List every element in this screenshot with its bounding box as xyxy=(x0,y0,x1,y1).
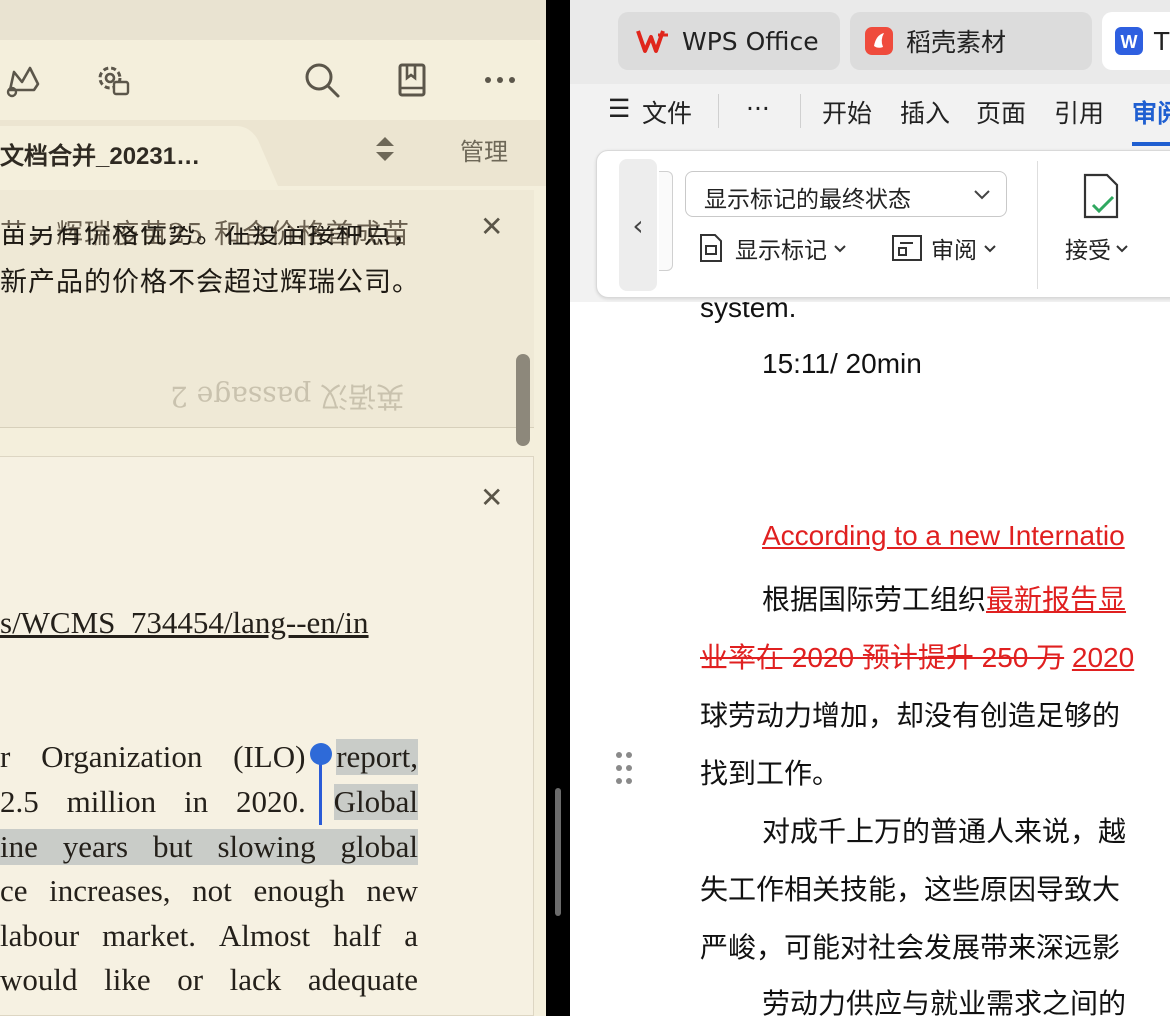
document-body[interactable]: system. 15:11/ 20min According to a new … xyxy=(570,302,1170,1016)
doc-line-cn-8: 劳动力供应与就业需求之间的 xyxy=(762,988,1127,1016)
show-markup-button[interactable]: 显示标记 xyxy=(697,231,847,265)
settings-gear-icon[interactable] xyxy=(90,58,134,102)
review-pane-button[interactable]: 审阅 xyxy=(891,231,997,265)
crown-icon[interactable] xyxy=(2,58,46,102)
show-markup-icon xyxy=(697,232,727,264)
menu-hamburger-icon[interactable]: ☰ xyxy=(608,94,630,123)
close-icon[interactable]: ✕ xyxy=(480,481,503,514)
review-pane-icon xyxy=(891,233,923,263)
wps-menu-bar: ☰ 文件 ··· 开始 插入 页面 引用 审阅 xyxy=(570,84,1170,146)
reader-tab-active[interactable]: 文档合并_20231… xyxy=(0,120,280,186)
doc-line-cn-6: 失工作相关技能，这些原因导致大 xyxy=(700,874,1121,905)
docer-logo-icon xyxy=(864,26,894,56)
menu-more[interactable]: ··· xyxy=(746,94,770,123)
reader-tab-title: 文档合并_20231… xyxy=(0,143,201,170)
scanned-page-excerpt: 苗，辉瑞疫苗25 和合价格首成苗 苗另有价格优势。在疫苗接种点， 新产品的价格不… xyxy=(0,190,534,428)
selection-cursor[interactable] xyxy=(319,757,322,825)
chevron-down-icon xyxy=(1115,241,1129,255)
wps-logo-icon xyxy=(636,27,670,55)
doc-line-english-inserted: According to a new Internatio xyxy=(762,520,1125,551)
manage-button[interactable]: 管理 xyxy=(460,132,508,167)
link-line[interactable]: s/WCMS_734454/lang--en/in xyxy=(0,605,418,641)
svg-text:W: W xyxy=(1121,32,1138,52)
menu-separator xyxy=(718,94,719,128)
text-line-3: ce increases, not enough new xyxy=(0,873,418,908)
menu-start[interactable]: 开始 xyxy=(822,94,872,130)
chevron-down-icon xyxy=(972,184,992,208)
word-doc-icon: W xyxy=(1114,26,1144,56)
vertical-scrollbar[interactable] xyxy=(516,354,530,446)
doc-line-system: system. xyxy=(700,302,797,323)
chevron-down-icon xyxy=(833,241,847,255)
wps-pane: WPS Office 稻壳素材 W T ☰ 文件 ··· 开始 插入 页面 引用… xyxy=(570,0,1170,1016)
text-line-5: would like or lack adequate xyxy=(0,962,418,997)
reader-top-strip xyxy=(0,0,546,40)
markup-state-value: 显示标记的最终状态 xyxy=(704,187,911,213)
menu-reference[interactable]: 引用 xyxy=(1054,94,1104,130)
doc-line-cn-7: 严峻，可能对社会发展带来深远影 xyxy=(700,932,1121,963)
bookmark-icon[interactable] xyxy=(390,58,434,102)
doc-line-cn-4: 找到工作。 xyxy=(700,758,841,789)
menu-file[interactable]: 文件 xyxy=(642,94,692,130)
chevron-down-icon xyxy=(983,241,997,255)
menu-page[interactable]: 页面 xyxy=(976,94,1026,130)
markup-state-select[interactable]: 显示标记的最终状态 xyxy=(685,171,1007,217)
wps-tab-bar: WPS Office 稻壳素材 W T xyxy=(570,0,1170,84)
menu-review[interactable]: 审阅 xyxy=(1132,94,1170,130)
reader-toolbar xyxy=(0,40,546,120)
reader-tab-row: 文档合并_20231… 管理 xyxy=(0,120,546,186)
accept-label: 接受 xyxy=(1065,238,1111,264)
tab-wps-office[interactable]: WPS Office xyxy=(618,12,840,70)
split-view-handle[interactable] xyxy=(555,788,561,916)
tab-label: WPS Office xyxy=(682,26,819,56)
tab-docer[interactable]: 稻壳素材 xyxy=(850,12,1092,70)
ribbon-back-button[interactable]: ‹ xyxy=(619,159,657,291)
more-icon[interactable] xyxy=(478,58,522,102)
scan-line-1: 新产品的价格不会超过辉瑞公司。 xyxy=(0,267,420,298)
tab-document[interactable]: W T xyxy=(1102,12,1170,70)
selection-handle[interactable] xyxy=(310,743,332,765)
tab-label: 稻壳素材 xyxy=(906,28,1007,57)
doc-line-time: 15:11/ 20min xyxy=(762,348,922,379)
text-line-4: labour market. Almost half a xyxy=(0,918,418,953)
doc-line-cn-3: 球劳动力增加，却没有创造足够的 xyxy=(700,700,1121,731)
accept-button[interactable]: 接受 xyxy=(1065,231,1129,265)
doc-line-cn-2: 业率在 2020 预计提升 250 万 2020 xyxy=(700,642,1135,673)
reader-window: 文档合并_20231… 管理 苗，辉瑞疫苗25 和合价格首成苗 苗另有价格优势。… xyxy=(0,40,546,1016)
sort-updown-icon[interactable] xyxy=(372,134,398,168)
text-page-excerpt: ✕ s/WCMS_734454/lang--en/in r Organizatio… xyxy=(0,456,534,1016)
ribbon-partial-button[interactable] xyxy=(659,171,673,271)
menu-separator xyxy=(800,94,801,128)
accept-doc-icon[interactable] xyxy=(1081,173,1121,223)
text-line-0: r Organization (ILO) report, xyxy=(0,739,418,775)
review-pane-label: 审阅 xyxy=(931,238,977,264)
search-icon[interactable] xyxy=(300,58,344,102)
paragraph-drag-handle-icon[interactable] xyxy=(614,750,634,786)
review-ribbon: ‹ 显示标记的最终状态 显示标记 审阅 接受 xyxy=(596,150,1170,298)
scan-edge xyxy=(40,190,500,198)
text-line-1: 2.5 million in 2020. Global xyxy=(0,784,418,820)
scan-faded-mirror-text: 英语汉 passage 2 xyxy=(170,380,405,413)
screen: 文档合并_20231… 管理 苗，辉瑞疫苗25 和合价格首成苗 苗另有价格优势。… xyxy=(0,0,1170,1016)
ribbon-separator xyxy=(1037,161,1038,289)
chevron-left-icon: ‹ xyxy=(632,208,644,242)
show-markup-label: 显示标记 xyxy=(735,238,827,264)
close-icon[interactable]: ✕ xyxy=(480,210,503,243)
doc-line-cn-1: 根据国际劳工组织最新报告显 xyxy=(762,584,1127,615)
pdf-reader-pane: 文档合并_20231… 管理 苗，辉瑞疫苗25 和合价格首成苗 苗另有价格优势。… xyxy=(0,0,546,1016)
doc-line-cn-5: 对成千上万的普通人来说，越 xyxy=(762,816,1127,847)
tab-label: T xyxy=(1154,26,1170,56)
text-line-2: ine years but slowing global xyxy=(0,829,418,865)
menu-insert[interactable]: 插入 xyxy=(900,94,950,130)
